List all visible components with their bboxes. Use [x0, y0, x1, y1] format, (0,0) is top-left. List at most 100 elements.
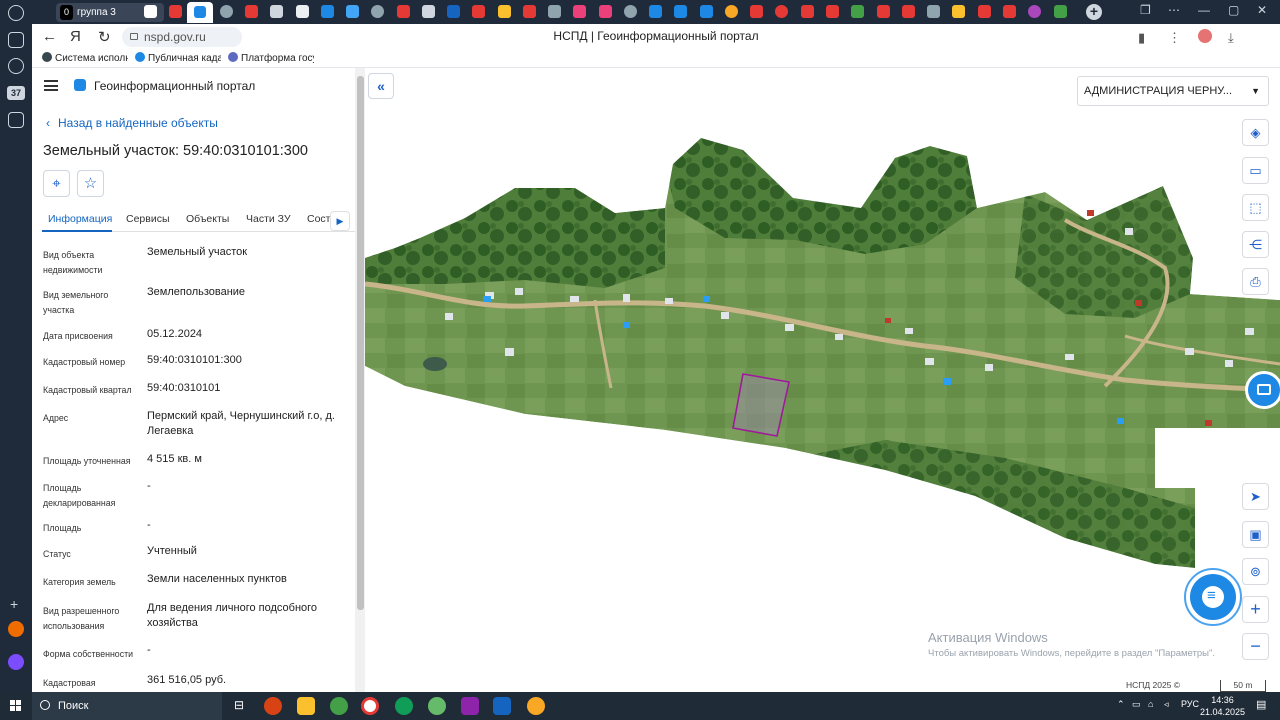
- tab-favicon[interactable]: [851, 5, 864, 18]
- windows-start-icon[interactable]: [10, 700, 22, 712]
- zoom-in-button[interactable]: +: [1242, 596, 1269, 623]
- add-panel-icon[interactable]: +: [10, 596, 26, 612]
- more-icon[interactable]: ⋮: [1168, 30, 1181, 46]
- history-icon[interactable]: [8, 5, 24, 21]
- tabs-scroll-right-button[interactable]: ▶: [330, 211, 350, 231]
- yandex-browser-icon[interactable]: [361, 697, 379, 715]
- administration-select[interactable]: АДМИНИСТРАЦИЯ ЧЕРНУ... ▼: [1077, 76, 1269, 106]
- edge-icon[interactable]: [395, 697, 413, 715]
- profile-avatar[interactable]: [1198, 29, 1212, 43]
- camera-icon[interactable]: [8, 112, 24, 128]
- notes-icon[interactable]: [8, 32, 24, 48]
- tab-favicon[interactable]: [700, 5, 713, 18]
- tab-favicon[interactable]: [1054, 5, 1067, 18]
- search-location-button[interactable]: ⊚: [1242, 558, 1269, 585]
- taskbar-clock[interactable]: 14:36 21.04.2025: [1200, 694, 1245, 718]
- task-view-icon[interactable]: ⊟: [234, 698, 244, 712]
- share-button[interactable]: ⋲: [1242, 231, 1269, 258]
- file-explorer-icon[interactable]: [297, 697, 315, 715]
- map-canvas[interactable]: [365, 68, 1280, 692]
- menu-icon[interactable]: [44, 80, 58, 91]
- tab-favicon[interactable]: [270, 5, 283, 18]
- bookmark-item[interactable]: Платформа госуд: [228, 52, 314, 64]
- notifications-icon[interactable]: ▤: [1256, 698, 1266, 711]
- tab-favicon[interactable]: [927, 5, 940, 18]
- tab-favicon[interactable]: [144, 5, 157, 18]
- tab-favicon[interactable]: [346, 5, 359, 18]
- tab-favicon[interactable]: [296, 5, 309, 18]
- taskbar-app-icon[interactable]: [527, 697, 545, 715]
- tab-favicon[interactable]: [750, 5, 763, 18]
- maximize-icon[interactable]: ▢: [1228, 3, 1239, 17]
- tab-favicon[interactable]: [624, 5, 637, 18]
- minimap-button[interactable]: ▣: [1242, 521, 1269, 548]
- tab-favicon[interactable]: [649, 5, 662, 18]
- tab-favicon[interactable]: [472, 5, 485, 18]
- favorite-button[interactable]: ☆: [77, 170, 104, 197]
- tab-favicon[interactable]: [725, 5, 738, 18]
- tab-objects[interactable]: Объекты: [186, 213, 229, 225]
- minimize-icon[interactable]: —: [1198, 3, 1210, 17]
- taskbar-app-icon[interactable]: [461, 697, 479, 715]
- extensions-icon[interactable]: ⋯: [1168, 3, 1180, 17]
- tab-favicon[interactable]: [245, 5, 258, 18]
- tab-favicon[interactable]: [447, 5, 460, 18]
- scrollbar-thumb[interactable]: [357, 76, 364, 610]
- language-indicator[interactable]: РУС: [1181, 699, 1199, 709]
- taskbar-search[interactable]: Поиск: [32, 692, 222, 720]
- select-area-button[interactable]: ⬚: [1242, 194, 1269, 221]
- chrome-icon[interactable]: [330, 697, 348, 715]
- downloads-icon[interactable]: ⤓: [1228, 30, 1234, 46]
- tab-favicon[interactable]: [422, 5, 435, 18]
- close-window-icon[interactable]: ✕: [1257, 3, 1267, 17]
- tab-favicon[interactable]: [548, 5, 561, 18]
- tab-active[interactable]: [187, 2, 213, 23]
- bookmark-item[interactable]: Система исполне: [42, 52, 128, 64]
- tab-favicon[interactable]: [220, 5, 233, 18]
- feedback-float-button[interactable]: [1245, 371, 1280, 409]
- taskbar-app-icon[interactable]: [264, 697, 282, 715]
- taskbar-app-icon[interactable]: [428, 697, 446, 715]
- tab-favicon[interactable]: [978, 5, 991, 18]
- print-button[interactable]: ⎙: [1242, 268, 1269, 295]
- tab-favicon[interactable]: [321, 5, 334, 18]
- tray-app-icon[interactable]: ▭: [1132, 699, 1141, 710]
- tab-favicon[interactable]: [902, 5, 915, 18]
- play-icon[interactable]: [8, 58, 24, 74]
- tab-favicon[interactable]: [877, 5, 890, 18]
- locate-on-map-button[interactable]: ⌖: [43, 170, 70, 197]
- bookmark-item[interactable]: Публичная кадас: [135, 52, 221, 64]
- measure-button[interactable]: ▭: [1242, 157, 1269, 184]
- tab-favicon[interactable]: [397, 5, 410, 18]
- bookmark-icon[interactable]: ▮: [1138, 30, 1145, 46]
- network-icon[interactable]: ⌂: [1148, 699, 1153, 709]
- tab-favicon[interactable]: [1003, 5, 1016, 18]
- panel-scrollbar[interactable]: [355, 68, 365, 692]
- tab-favicon[interactable]: [1028, 5, 1041, 18]
- tab-favicon[interactable]: [674, 5, 687, 18]
- tab-favicon[interactable]: [523, 5, 536, 18]
- tab-favicon[interactable]: [169, 5, 182, 18]
- tab-information[interactable]: Информация: [48, 213, 112, 225]
- tray-arrow-icon[interactable]: ⌃: [1117, 699, 1125, 710]
- tab-favicon[interactable]: [775, 5, 788, 18]
- collapse-panel-button[interactable]: «: [368, 73, 394, 99]
- chat-button[interactable]: [1190, 574, 1236, 620]
- assistant-icon[interactable]: [8, 654, 24, 670]
- tab-favicon[interactable]: [826, 5, 839, 18]
- tab-services[interactable]: Сервисы: [126, 213, 170, 225]
- tab-favicon[interactable]: [371, 5, 384, 18]
- rail-badge-icon[interactable]: 37: [7, 86, 25, 100]
- tab-favicon[interactable]: [801, 5, 814, 18]
- tab-favicon[interactable]: [573, 5, 586, 18]
- volume-icon[interactable]: ◃: [1164, 699, 1169, 710]
- tab-manager-icon[interactable]: ❐: [1140, 3, 1151, 17]
- layers-button[interactable]: ◈: [1242, 119, 1269, 146]
- geolocate-button[interactable]: ➤: [1242, 483, 1269, 510]
- tab-favicon[interactable]: [952, 5, 965, 18]
- word-icon[interactable]: [493, 697, 511, 715]
- tab-parts[interactable]: Части ЗУ: [246, 213, 291, 225]
- tab-favicon[interactable]: [498, 5, 511, 18]
- zoom-out-button[interactable]: −: [1242, 633, 1269, 660]
- new-tab-button[interactable]: +: [1086, 4, 1102, 20]
